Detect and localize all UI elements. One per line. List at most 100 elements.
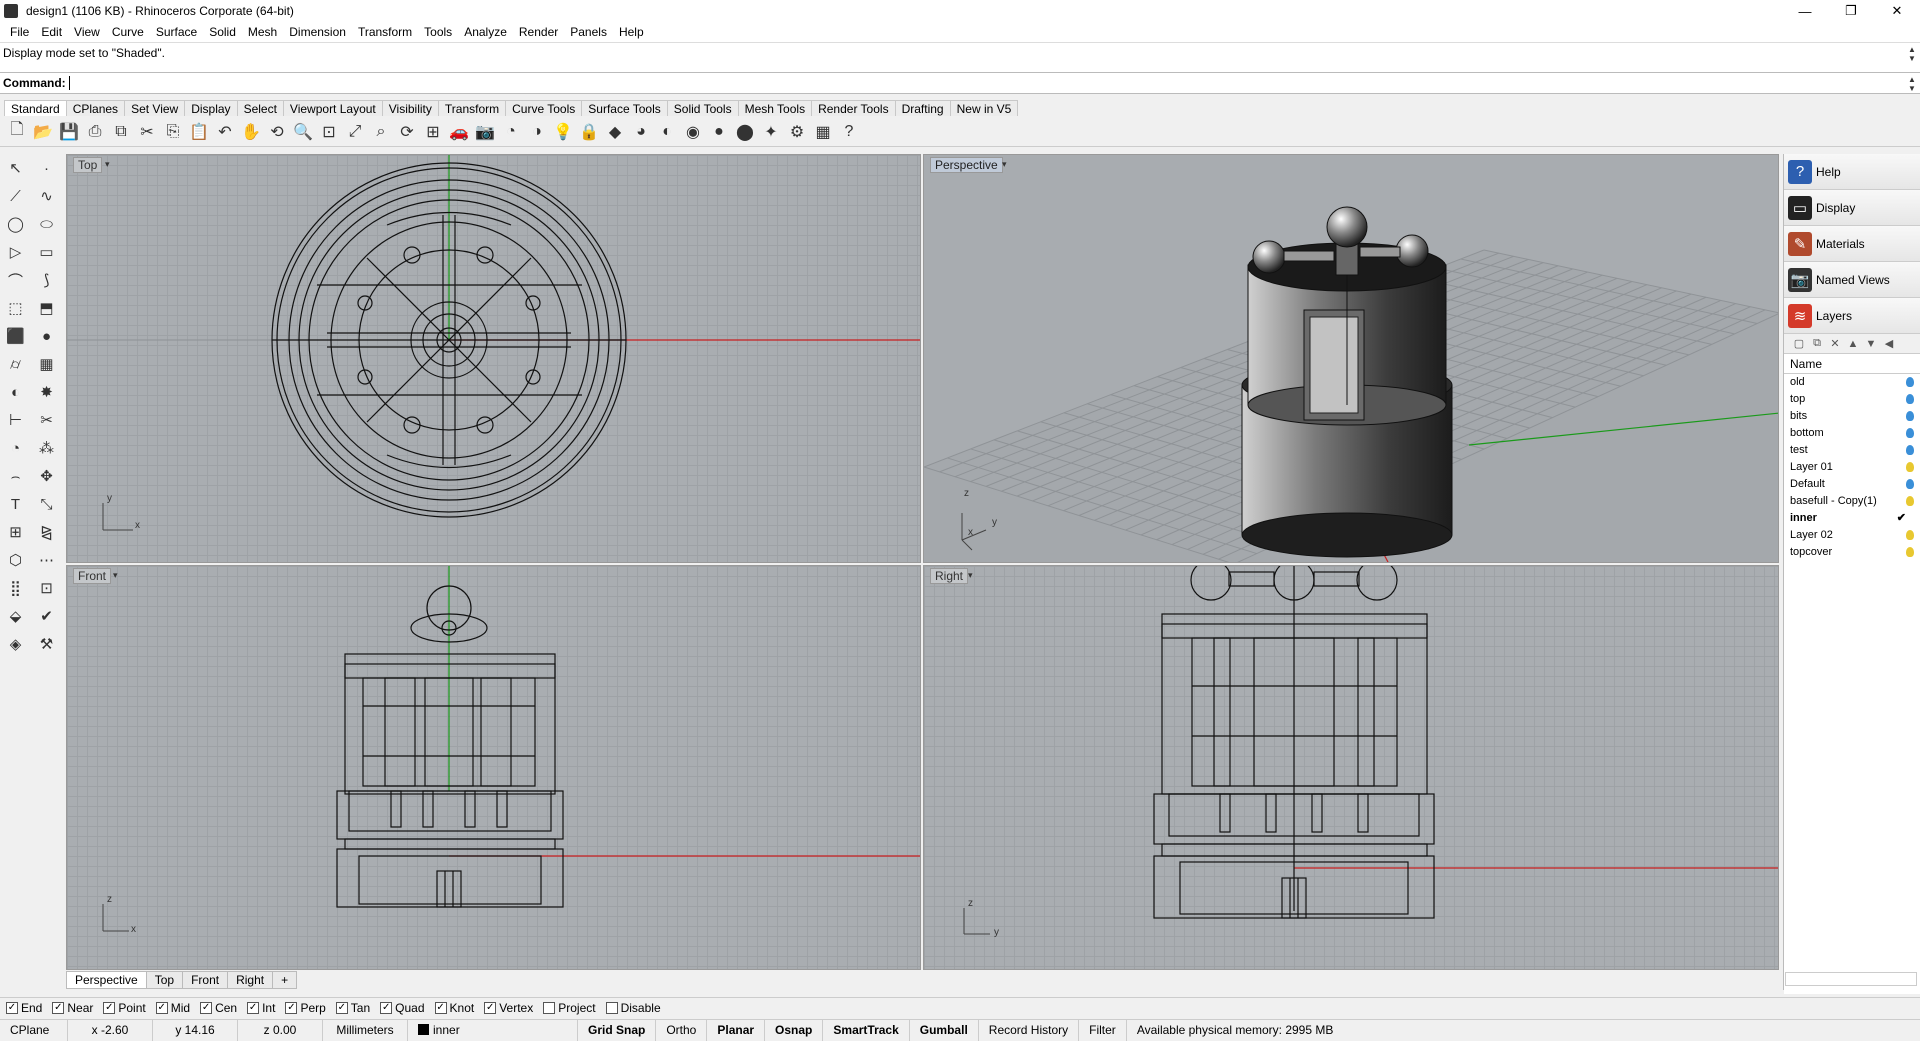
toolbar-tab-new-in-v5[interactable]: New in V5 xyxy=(949,100,1019,116)
toolbar-tab-curve-tools[interactable]: Curve Tools xyxy=(505,100,583,116)
light-bulb-icon[interactable] xyxy=(1906,428,1914,438)
viewport-tab-top[interactable]: Top xyxy=(145,971,184,989)
menu-help[interactable]: Help xyxy=(613,25,650,39)
text-icon[interactable]: T xyxy=(3,491,29,517)
menu-dimension[interactable]: Dimension xyxy=(283,25,352,39)
osnap-checkbox[interactable]: ✓ xyxy=(380,1001,393,1014)
wrench-icon[interactable]: ⚒ xyxy=(34,631,60,657)
osnap-checkbox[interactable]: ✓ xyxy=(335,1001,348,1014)
light-bulb-icon[interactable] xyxy=(1906,479,1914,489)
boolean-icon[interactable]: ◐ xyxy=(3,379,29,405)
toolbar-tab-standard[interactable]: Standard xyxy=(4,100,67,116)
osnap-vertex[interactable]: ✓ Vertex xyxy=(484,1001,533,1015)
menu-edit[interactable]: Edit xyxy=(35,25,68,39)
current-layer[interactable]: inner xyxy=(408,1019,578,1041)
zoom-selected-icon[interactable]: ⌕ xyxy=(368,119,394,145)
layer-row[interactable]: test xyxy=(1784,442,1920,459)
ortho-toggle[interactable]: Ortho xyxy=(656,1019,708,1041)
import-icon[interactable]: ⧉ xyxy=(108,119,134,145)
check-icon[interactable]: ✔ xyxy=(34,603,60,629)
record-history-toggle[interactable]: Record History xyxy=(979,1019,1080,1041)
layer-row[interactable]: old xyxy=(1784,374,1920,391)
menu-file[interactable]: File xyxy=(4,25,35,39)
zoom-icon[interactable]: 🔍 xyxy=(290,119,316,145)
join-icon[interactable]: ⊢ xyxy=(3,407,29,433)
sphere-icon[interactable]: ⬤ xyxy=(732,119,758,145)
toolbar-tab-viewport-layout[interactable]: Viewport Layout xyxy=(282,100,383,116)
osnap-checkbox[interactable]: ✓ xyxy=(484,1001,497,1014)
toolbar-tab-solid-tools[interactable]: Solid Tools xyxy=(666,100,739,116)
cylinder-icon[interactable]: ⌭ xyxy=(3,351,29,377)
minimize-button[interactable]: — xyxy=(1782,0,1828,22)
command-scroll-arrows[interactable]: ▲ ▼ xyxy=(1906,75,1918,93)
camera-icon[interactable]: 📷 xyxy=(472,119,498,145)
filter-toggle[interactable]: Filter xyxy=(1079,1019,1127,1041)
units-readout[interactable]: Millimeters xyxy=(323,1019,408,1041)
lock-icon[interactable]: 🔒 xyxy=(576,119,602,145)
zoom-extents-icon[interactable]: ⤢ xyxy=(342,119,368,145)
fillet-edge-icon[interactable]: ◔ xyxy=(3,435,29,461)
pan-icon[interactable]: ✋ xyxy=(238,119,264,145)
osnap-quad[interactable]: ✓ Quad xyxy=(380,1001,425,1015)
layer-row[interactable]: Layer 01 xyxy=(1784,459,1920,476)
menu-mesh[interactable]: Mesh xyxy=(242,25,283,39)
panel-tab-layers[interactable]: ≋ Layers xyxy=(1784,298,1920,334)
osnap-disable[interactable]: Disable xyxy=(605,1001,661,1015)
osnap-near[interactable]: ✓ Near xyxy=(52,1001,93,1015)
print-icon[interactable]: ⎙ xyxy=(82,119,108,145)
add-viewport-tab-button[interactable]: + xyxy=(272,971,298,989)
fillet-curve-icon[interactable]: ⌒ xyxy=(3,267,29,293)
rotate-icon[interactable]: ⟲ xyxy=(264,119,290,145)
select-arrow-icon[interactable]: ↖ xyxy=(3,155,29,181)
osnap-checkbox[interactable]: ✓ xyxy=(285,1001,298,1014)
toolbar-tab-visibility[interactable]: Visibility xyxy=(381,100,439,116)
grid-icon[interactable]: ▦ xyxy=(810,119,836,145)
ellipse-icon[interactable]: ⬭ xyxy=(34,211,60,237)
rhino-app-icon[interactable] xyxy=(4,4,18,18)
scale-icon[interactable]: ⤡ xyxy=(34,491,60,517)
layer-row[interactable]: bits xyxy=(1784,408,1920,425)
curve-icon[interactable]: ∿ xyxy=(34,183,60,209)
light-bulb-icon[interactable] xyxy=(1906,496,1914,506)
render-icon[interactable]: ◉ xyxy=(680,119,706,145)
viewport-label-top[interactable]: Top xyxy=(73,157,103,173)
explode-icon[interactable]: ✸ xyxy=(34,379,60,405)
toolbar-tab-select[interactable]: Select xyxy=(236,100,284,116)
viewport-front[interactable]: Front ▾ z x xyxy=(66,565,921,970)
layer-row[interactable]: Layer 02 xyxy=(1784,527,1920,544)
polyline-icon[interactable]: ⟋ xyxy=(3,183,29,209)
arc-icon[interactable]: ⌢ xyxy=(3,463,29,489)
grid-array-icon[interactable]: ⣿ xyxy=(3,575,29,601)
trim-icon[interactable]: ✂ xyxy=(34,407,60,433)
new-layer-icon[interactable]: ▢ xyxy=(1790,337,1808,350)
filter-layer-icon[interactable]: ◀ xyxy=(1880,337,1898,350)
osnap-point[interactable]: ✓ Point xyxy=(103,1001,146,1015)
mirror-icon[interactable]: ⧎ xyxy=(34,519,60,545)
menu-view[interactable]: View xyxy=(68,25,106,39)
toolbar-tab-set-view[interactable]: Set View xyxy=(124,100,186,116)
osnap-checkbox[interactable]: ✓ xyxy=(52,1001,65,1014)
extrude-curve-icon[interactable]: ⬒ xyxy=(34,295,60,321)
save-icon[interactable]: 💾 xyxy=(56,119,82,145)
viewport-label-front[interactable]: Front xyxy=(73,568,112,584)
osnap-tan[interactable]: ✓ Tan xyxy=(335,1001,370,1015)
new-sublayer-icon[interactable]: ⧉ xyxy=(1808,337,1826,350)
viewport-menu-arrow-icon[interactable]: ▾ xyxy=(968,570,973,581)
delete-layer-icon[interactable]: ✕ xyxy=(1826,337,1844,350)
viewport-label-perspective[interactable]: Perspective xyxy=(930,157,1003,173)
group-icon[interactable]: ⁂ xyxy=(34,435,60,461)
transform-icon[interactable]: ⬙ xyxy=(3,603,29,629)
panel-tab-help[interactable]: ? Help xyxy=(1784,154,1920,190)
light-bulb-icon[interactable] xyxy=(1906,377,1914,387)
osnap-checkbox[interactable] xyxy=(605,1001,618,1014)
menu-tools[interactable]: Tools xyxy=(418,25,458,39)
gumball-toggle[interactable]: Gumball xyxy=(910,1019,979,1041)
panel-tab-named-views[interactable]: 📷 Named Views xyxy=(1784,262,1920,298)
layer-column-header[interactable]: Name xyxy=(1784,354,1920,374)
viewport-menu-arrow-icon[interactable]: ▾ xyxy=(1002,159,1007,170)
viewport-label-right[interactable]: Right xyxy=(930,568,969,584)
move-icon[interactable]: ✥ xyxy=(34,463,60,489)
gears-icon[interactable]: ⚙ xyxy=(784,119,810,145)
surface-corner-icon[interactable]: ⬚ xyxy=(3,295,29,321)
circle-icon[interactable]: ◯ xyxy=(3,211,29,237)
